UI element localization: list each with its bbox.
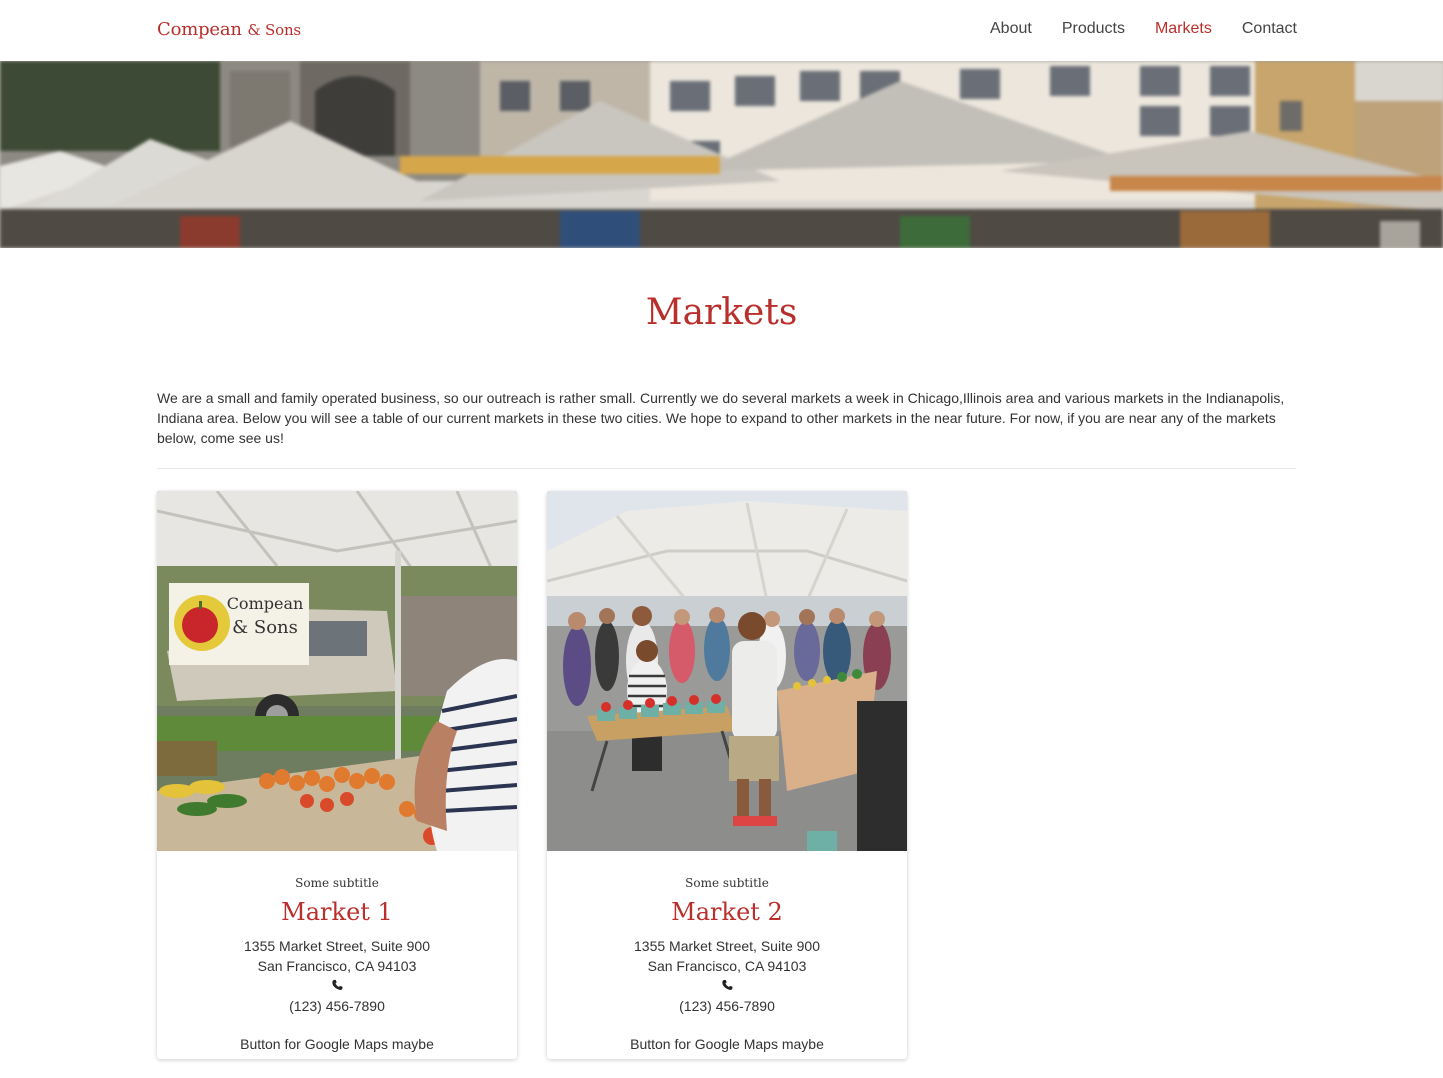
nav-link-products[interactable]: Products xyxy=(1062,20,1125,38)
brand-small: & Sons xyxy=(247,21,301,39)
market-2-image xyxy=(547,491,907,851)
card-address: 1355 Market Street, Suite 900 San Franci… xyxy=(547,936,907,1016)
page-title: Markets xyxy=(645,292,798,333)
intro-paragraph: We are a small and family operated busin… xyxy=(157,390,1285,446)
card-subtitle: Some subtitle xyxy=(295,876,379,890)
market-1-photo: Compean & Sons xyxy=(157,491,517,851)
address-line-2: San Francisco, CA 94103 xyxy=(257,958,417,974)
google-maps-button[interactable]: Button for Google Maps maybe xyxy=(240,1036,434,1052)
card-title: Market 2 xyxy=(671,898,783,926)
nav-link-markets[interactable]: Markets xyxy=(1155,20,1212,38)
market-2-body: Some subtitle Market 2 1355 Market Stree… xyxy=(547,851,907,1054)
phone-icon xyxy=(721,979,733,990)
address-line-1: 1355 Market Street, Suite 900 xyxy=(634,938,820,954)
market-2-photo xyxy=(547,491,907,851)
market-card-2: Some subtitle Market 2 1355 Market Stree… xyxy=(547,491,907,1059)
phone-icon xyxy=(331,979,343,990)
brand-main: Compean xyxy=(157,19,242,40)
address-line-2: San Francisco, CA 94103 xyxy=(647,958,807,974)
phone-number: (123) 456-7890 xyxy=(289,998,385,1014)
card-subtitle: Some subtitle xyxy=(685,876,769,890)
card-address: 1355 Market Street, Suite 900 San Franci… xyxy=(157,936,517,1016)
phone-line: (123) 456-7890 xyxy=(547,976,907,1016)
market-banner-image xyxy=(0,61,1443,248)
main-nav: About Products Markets Contact xyxy=(990,20,1297,38)
nav-link-about[interactable]: About xyxy=(990,20,1032,38)
brand-logo[interactable]: Compean & Sons xyxy=(157,19,301,40)
navbar: Compean & Sons About Products Markets Co… xyxy=(0,0,1443,61)
nav-link-contact[interactable]: Contact xyxy=(1242,20,1297,38)
phone-line: (123) 456-7890 xyxy=(157,976,517,1016)
hero-banner xyxy=(0,61,1443,248)
card-title: Market 1 xyxy=(281,898,393,926)
sign-text-1: Compean xyxy=(227,594,304,613)
market-1-image: Compean & Sons xyxy=(157,491,517,851)
divider xyxy=(157,468,1296,469)
phone-number: (123) 456-7890 xyxy=(679,998,775,1014)
sign-text-2: & Sons xyxy=(232,617,298,638)
market-1-body: Some subtitle Market 1 1355 Market Stree… xyxy=(157,851,517,1054)
address-line-1: 1355 Market Street, Suite 900 xyxy=(244,938,430,954)
google-maps-button[interactable]: Button for Google Maps maybe xyxy=(630,1036,824,1052)
market-card-1: Compean & Sons Some subtitle Market 1 13… xyxy=(157,491,517,1059)
